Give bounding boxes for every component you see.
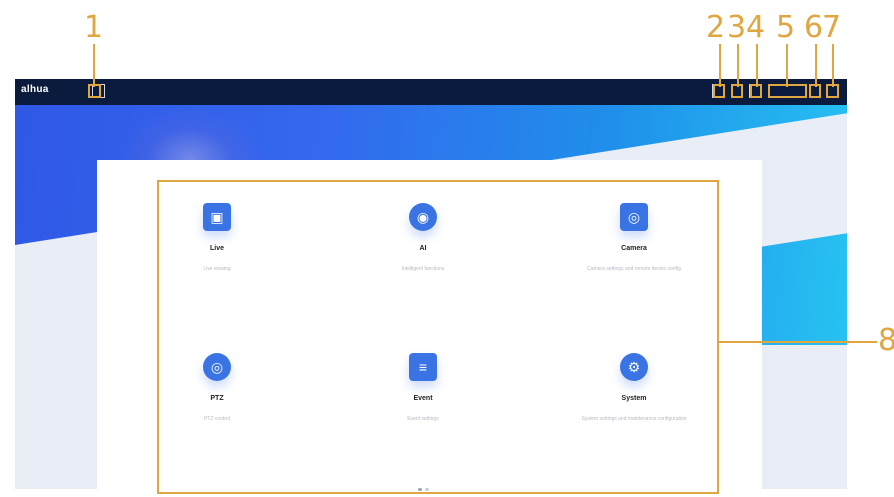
callout-8-leader [719, 341, 877, 343]
callout-box-4 [750, 84, 762, 98]
callout-2: 2 [706, 10, 726, 45]
callout-7: 7 [822, 10, 842, 45]
callout-3: 3 [727, 10, 747, 45]
callout-8: 8 [878, 323, 894, 358]
callout-box-1 [88, 84, 101, 98]
callout-6: 6 [804, 10, 824, 45]
callout-1: 1 [84, 10, 104, 45]
callout-5-leader [786, 44, 788, 87]
callout-box-7 [826, 84, 839, 98]
callout-7-leader [832, 44, 834, 87]
brand-logo: alhua [21, 84, 49, 95]
modules-highlight-box [157, 180, 719, 494]
callout-2-leader [719, 44, 721, 87]
callout-1-leader [93, 44, 95, 87]
callout-6-leader [815, 44, 817, 87]
callout-box-6 [809, 84, 821, 98]
callout-3-leader [737, 44, 739, 87]
callout-5: 5 [776, 10, 796, 45]
callout-4: 4 [746, 10, 766, 45]
callout-4-leader [756, 44, 758, 87]
callout-box-2 [713, 84, 725, 98]
callout-box-5 [768, 84, 807, 98]
callout-box-3 [731, 84, 743, 98]
